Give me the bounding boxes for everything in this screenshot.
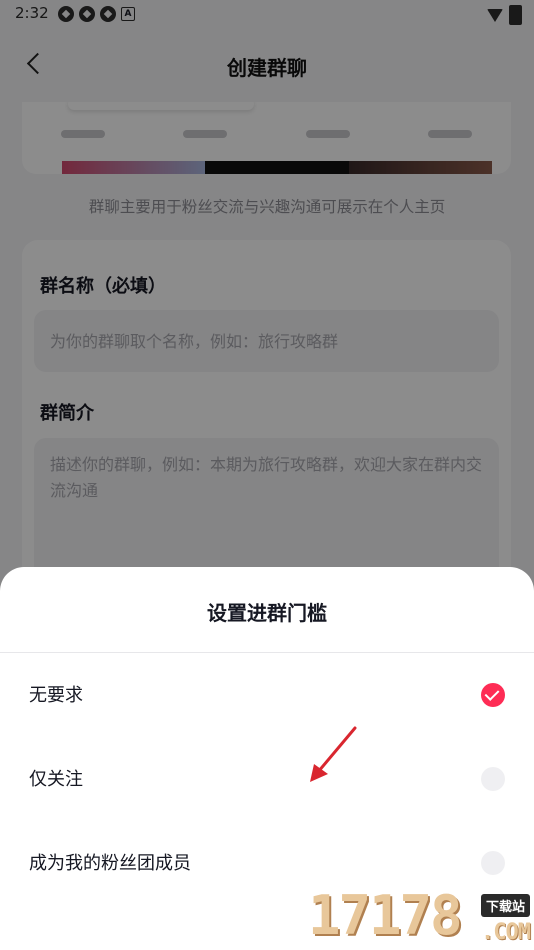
sheet-title: 设置进群门槛 <box>207 601 327 625</box>
option-label: 无要求 <box>29 685 83 706</box>
check-icon <box>484 686 500 701</box>
watermark-domain: .COM <box>481 920 531 945</box>
annotation-arrow-icon <box>310 726 357 782</box>
option-no-requirement[interactable]: 无要求 <box>0 653 534 737</box>
watermark-digits: 17178 <box>308 884 463 947</box>
option-followers-only[interactable]: 仅关注 <box>0 737 534 821</box>
radio-unchecked-icon[interactable] <box>481 767 505 791</box>
site-watermark-logo: 17178 下载站 .COM <box>308 884 534 950</box>
radio-checked-icon[interactable] <box>481 683 505 707</box>
option-label: 仅关注 <box>29 769 83 790</box>
watermark-tag: 下载站 <box>480 894 530 917</box>
option-label: 成为我的粉丝团成员 <box>29 853 191 874</box>
radio-unchecked-icon[interactable] <box>481 851 505 875</box>
